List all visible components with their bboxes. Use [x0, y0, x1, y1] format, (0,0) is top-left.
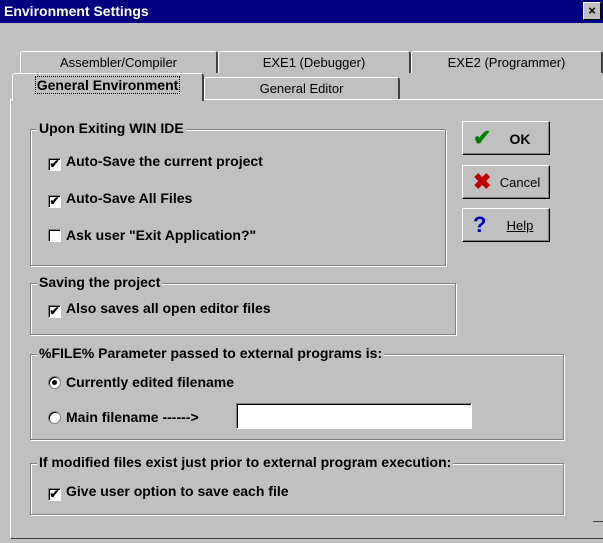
tab-label: EXE2 (Programmer) [447, 55, 566, 70]
tab-label: EXE1 (Debugger) [262, 55, 366, 70]
checkbox-label: Ask user "Exit Application?" [66, 227, 257, 243]
group-legend: Saving the project [37, 274, 163, 290]
window-title: Environment Settings [4, 3, 149, 19]
auto-save-all-files-checkbox[interactable]: ✔ Auto-Save All Files [48, 190, 192, 208]
tab-exe1-debugger[interactable]: EXE1 (Debugger) [218, 51, 411, 73]
group-legend: If modified files exist just prior to ex… [37, 454, 454, 470]
tab-general-environment[interactable]: General Environment [12, 73, 204, 101]
main-filename-radio[interactable]: Main filename ------> [48, 409, 199, 425]
group-legend: Upon Exiting WIN IDE [37, 120, 186, 136]
checkbox-box: ✔ [48, 194, 61, 208]
group-legend: %FILE% Parameter passed to external prog… [37, 345, 385, 361]
checkbox-label: Auto-Save All Files [66, 190, 193, 206]
tab-label: General Editor [259, 81, 344, 96]
radio-dot [52, 380, 57, 385]
checkbox-label: Auto-Save the current project [66, 153, 263, 169]
save-open-editor-files-checkbox[interactable]: ✔ Also saves all open editor files [48, 300, 271, 318]
main-filename-input[interactable] [236, 403, 472, 429]
help-button[interactable]: ? Help [462, 208, 550, 242]
checkbox-box: ✔ [48, 487, 61, 501]
cancel-label: Cancel [499, 175, 541, 190]
radio-label: Currently edited filename [66, 374, 235, 390]
title-bar: Environment Settings × [0, 0, 603, 23]
tab-exe2-programmer[interactable]: EXE2 (Programmer) [411, 51, 603, 73]
checkbox-box: ✔ [48, 304, 61, 318]
panel-edge [593, 521, 603, 522]
currently-edited-filename-radio[interactable]: Currently edited filename [48, 374, 234, 390]
save-each-file-option-checkbox[interactable]: ✔ Give user option to save each file [48, 483, 289, 501]
checkbox-box [48, 229, 61, 242]
ok-label: OK [509, 131, 531, 147]
tab-assembler-compiler[interactable]: Assembler/Compiler [20, 51, 218, 73]
close-button[interactable]: × [583, 2, 601, 20]
ok-button[interactable]: ✔ OK [462, 121, 550, 155]
environment-settings-dialog: Environment Settings × Assembler/Compile… [0, 0, 603, 543]
auto-save-project-checkbox[interactable]: ✔ Auto-Save the current project [48, 153, 263, 171]
ask-exit-application-checkbox[interactable]: Ask user "Exit Application?" [48, 227, 256, 243]
cancel-button[interactable]: ✖ Cancel [462, 165, 550, 199]
checkbox-label: Give user option to save each file [66, 483, 289, 499]
help-label: Help [506, 218, 534, 233]
tab-general-editor[interactable]: General Editor [204, 77, 400, 99]
tab-label: Assembler/Compiler [59, 55, 178, 70]
tab-label: General Environment [34, 76, 181, 94]
checkbox-box: ✔ [48, 157, 61, 171]
radio-circle [48, 411, 61, 424]
checkbox-label: Also saves all open editor files [66, 300, 271, 316]
radio-label: Main filename ------> [66, 409, 199, 425]
radio-circle [48, 376, 61, 389]
